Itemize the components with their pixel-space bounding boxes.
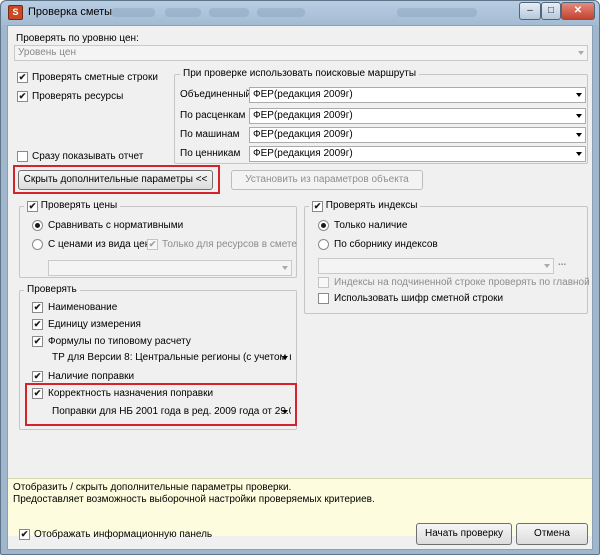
check-name-checkbox[interactable]: ✔	[32, 302, 43, 313]
check-resources-checkbox[interactable]: ✔	[17, 91, 28, 102]
cancel-button[interactable]: Отмена	[516, 523, 588, 545]
check-name-label: Наименование	[48, 302, 118, 313]
info-line-1: Отобразить / скрыть дополнительные парам…	[13, 482, 292, 493]
blurred-menu-item	[257, 8, 305, 17]
price-level-value: Уровень цен	[18, 47, 76, 58]
by-collection-radio[interactable]	[318, 239, 329, 250]
route-select-machines[interactable]: ФЕР(редакция 2009г)	[249, 127, 586, 143]
chevron-down-icon	[282, 410, 288, 414]
chevron-down-icon	[576, 93, 582, 97]
route-value-combined: ФЕР(редакция 2009г)	[253, 89, 353, 100]
dialog-content: Проверять по уровню цен: Уровень цен ✔ П…	[7, 25, 593, 550]
route-label-rates: По расценкам	[180, 110, 246, 121]
check-estimate-rows-label: Проверять сметные строки	[32, 72, 158, 83]
route-select-price-lists[interactable]: ФЕР(редакция 2009г)	[249, 146, 586, 162]
compare-normative-label: Сравнивать с нормативными	[48, 220, 184, 231]
route-label-price-lists: По ценникам	[180, 148, 241, 159]
corrections-select[interactable]: Поправки для НБ 2001 года в ред. 2009 го…	[48, 404, 292, 420]
chevron-down-icon	[282, 266, 288, 270]
chevron-down-icon	[576, 133, 582, 137]
hide-params-button[interactable]: Скрыть дополнительные параметры <<	[18, 170, 213, 190]
corrections-present-checkbox[interactable]: ✔	[32, 371, 43, 382]
route-value-rates: ФЕР(редакция 2009г)	[253, 110, 353, 121]
check-unit-checkbox[interactable]: ✔	[32, 319, 43, 330]
price-level-label: Проверять по уровню цен:	[16, 33, 139, 44]
check-indices-label: Проверять индексы	[325, 200, 418, 211]
compare-normative-radio[interactable]	[32, 220, 43, 231]
window-title: Проверка сметы	[28, 6, 113, 18]
chevron-down-icon	[282, 356, 288, 360]
only-resources-label: Только для ресурсов в смете	[162, 239, 297, 250]
subordinate-by-main-checkbox[interactable]	[318, 277, 329, 288]
show-report-label: Сразу показывать отчет	[32, 151, 144, 162]
only-existing-radio[interactable]	[318, 220, 329, 231]
only-existing-label: Только наличие	[334, 220, 408, 231]
formulas-select[interactable]: ТР для Версии 8: Центральные регионы (с …	[48, 350, 292, 366]
index-collection-select[interactable]	[318, 258, 554, 274]
check-indices-checkbox[interactable]: ✔	[312, 201, 323, 212]
route-select-rates[interactable]: ФЕР(редакция 2009г)	[249, 108, 586, 124]
corrections-value: Поправки для НБ 2001 года в ред. 2009 го…	[52, 406, 292, 417]
by-collection-label: По сборнику индексов	[334, 239, 438, 250]
route-value-machines: ФЕР(редакция 2009г)	[253, 129, 353, 140]
show-info-panel-checkbox[interactable]: ✔	[19, 529, 30, 540]
chevron-down-icon	[544, 264, 550, 268]
subordinate-by-main-label: Индексы на подчиненной строке проверять …	[334, 277, 590, 288]
route-label-combined: Объединенный	[180, 89, 252, 100]
check-prices-label: Проверять цены	[40, 200, 118, 211]
price-level-select[interactable]: Уровень цен	[14, 45, 588, 61]
chevron-down-icon	[578, 51, 584, 55]
title-bar[interactable]: S Проверка сметы – □ ✕	[1, 1, 599, 25]
chevron-down-icon	[576, 114, 582, 118]
radio-dot	[35, 223, 40, 228]
check-group-title: Проверять	[24, 284, 80, 295]
ellipsis-button[interactable]: ...	[558, 257, 566, 268]
blurred-menu-item	[111, 8, 155, 17]
blurred-menu-item	[209, 8, 249, 17]
show-info-panel-label: Отображать информационную панель	[34, 529, 213, 540]
info-line-2: Предоставляет возможность выборочной нас…	[13, 494, 375, 505]
check-prices-title: ✔ Проверять цены	[24, 200, 121, 212]
formulas-value: ТР для Версии 8: Центральные регионы (с …	[52, 352, 291, 363]
blurred-menu-item	[165, 8, 201, 17]
use-cipher-checkbox[interactable]	[318, 293, 329, 304]
minimize-button[interactable]: –	[519, 2, 541, 20]
with-prices-label: С ценами из вида цен	[48, 239, 151, 250]
check-prices-checkbox[interactable]: ✔	[27, 201, 38, 212]
dialog-window: S Проверка сметы – □ ✕ Проверять по уров…	[0, 0, 600, 555]
use-cipher-label: Использовать шифр сметной строки	[334, 293, 504, 304]
corrections-present-label: Наличие поправки	[48, 371, 135, 382]
set-from-object-button[interactable]: Установить из параметров объекта	[231, 170, 423, 190]
check-estimate-rows-checkbox[interactable]: ✔	[17, 72, 28, 83]
with-prices-radio[interactable]	[32, 239, 43, 250]
close-button[interactable]: ✕	[561, 2, 595, 20]
app-icon: S	[8, 5, 23, 20]
check-indices-title: ✔ Проверять индексы	[309, 200, 421, 212]
corrections-correct-label: Корректность назначения поправки	[48, 388, 214, 399]
check-formulas-checkbox[interactable]: ✔	[32, 336, 43, 347]
blurred-menu-item	[397, 8, 477, 17]
routes-group-title: При проверке использовать поисковые марш…	[180, 68, 420, 79]
start-check-button[interactable]: Начать проверку	[416, 523, 512, 545]
route-select-combined[interactable]: ФЕР(редакция 2009г)	[249, 87, 586, 103]
price-type-select[interactable]	[48, 260, 292, 276]
only-resources-checkbox[interactable]: ✔	[147, 239, 158, 250]
show-report-checkbox[interactable]	[17, 151, 28, 162]
chevron-down-icon	[576, 152, 582, 156]
radio-dot	[321, 223, 326, 228]
route-value-price-lists: ФЕР(редакция 2009г)	[253, 148, 353, 159]
check-formulas-label: Формулы по типовому расчету	[48, 336, 191, 347]
maximize-button[interactable]: □	[541, 2, 561, 20]
check-resources-label: Проверять ресурсы	[32, 91, 124, 102]
corrections-correct-checkbox[interactable]: ✔	[32, 388, 43, 399]
route-label-machines: По машинам	[180, 129, 240, 140]
check-unit-label: Единицу измерения	[48, 319, 141, 330]
